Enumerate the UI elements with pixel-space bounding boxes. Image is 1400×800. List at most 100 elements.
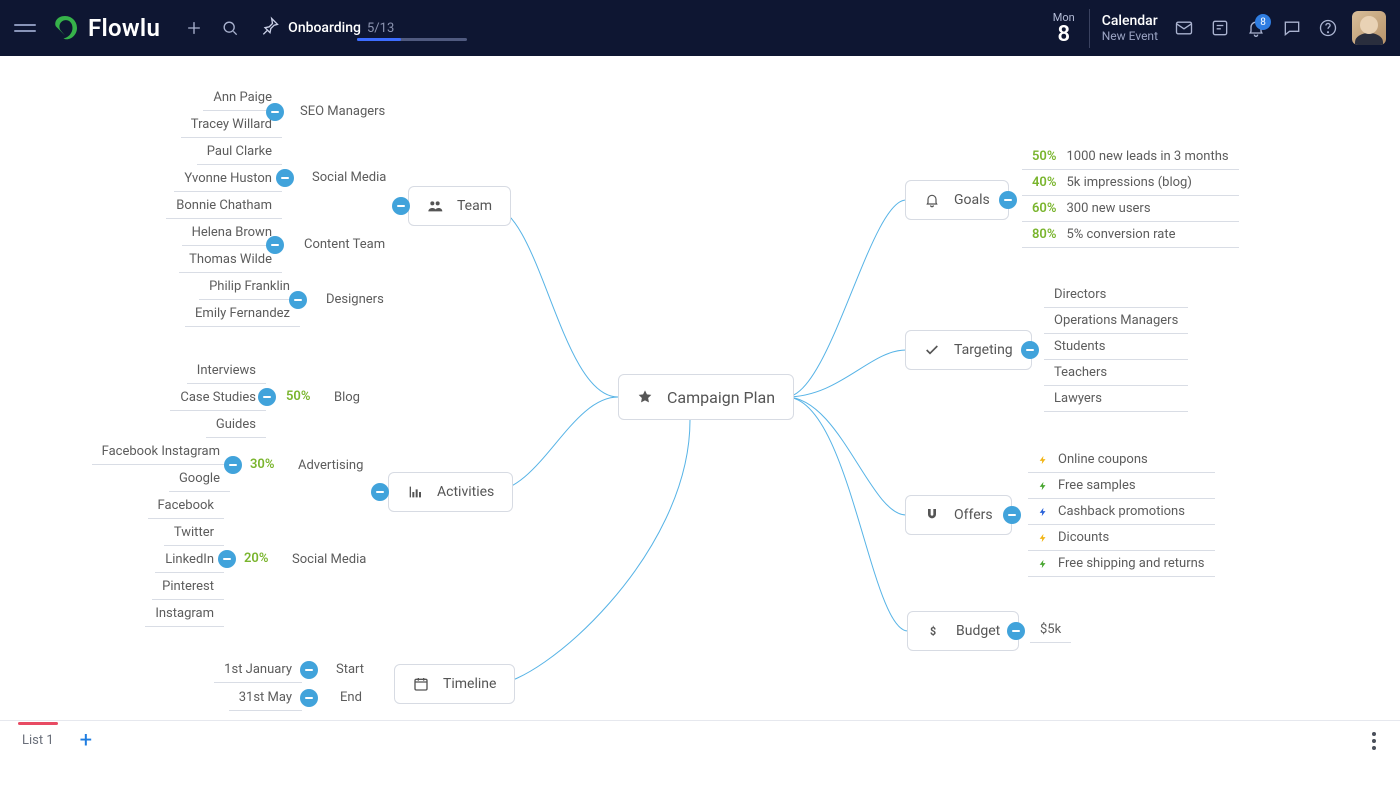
collapse-toggle[interactable] — [266, 236, 284, 254]
leaf-item[interactable]: Cashback promotions — [1028, 499, 1215, 525]
leaf-item[interactable]: Teachers — [1044, 360, 1188, 386]
svg-text:$: $ — [930, 625, 936, 638]
leaf-item[interactable]: LinkedIn — [155, 547, 224, 573]
logo[interactable]: Flowlu — [50, 13, 160, 43]
leaf-item[interactable]: Yvonne Huston — [174, 166, 282, 192]
group-label[interactable]: Blog — [324, 385, 370, 410]
leaf-item[interactable]: Case Studies — [170, 385, 266, 411]
calendar-icon — [413, 676, 429, 692]
collapse-toggle[interactable] — [300, 661, 318, 679]
add-button[interactable] — [176, 10, 212, 46]
collapse-toggle[interactable] — [258, 388, 276, 406]
leaf-item[interactable]: Lawyers — [1044, 386, 1188, 412]
leaf-item[interactable]: Google — [169, 466, 230, 492]
flowlu-logo-icon — [50, 13, 80, 43]
notes-icon[interactable] — [1202, 10, 1238, 46]
leaf-item[interactable]: 60%300 new users — [1022, 196, 1239, 222]
search-button[interactable] — [212, 10, 248, 46]
chat-icon[interactable] — [1274, 10, 1310, 46]
leaf-item[interactable]: Paul Clarke — [197, 139, 282, 165]
percent: 60% — [1032, 201, 1056, 216]
bottom-bar: List 1 + — [0, 720, 1400, 760]
leaf-item[interactable]: Twitter — [164, 520, 224, 546]
collapse-toggle[interactable] — [371, 483, 389, 501]
leaf-item[interactable]: Directors — [1044, 282, 1188, 308]
node-goals[interactable]: Goals — [905, 180, 1009, 220]
collapse-toggle[interactable] — [999, 191, 1017, 209]
node-budget[interactable]: $ Budget — [907, 611, 1019, 651]
percent: 50% — [1032, 149, 1056, 164]
notifications-icon[interactable]: 8 — [1238, 10, 1274, 46]
mindmap-canvas[interactable]: Campaign Plan Team Ann PaigeTracey Willa… — [0, 56, 1400, 760]
calendar-new-event: New Event — [1102, 29, 1158, 43]
group-label[interactable]: Content Team — [294, 232, 395, 257]
group-label[interactable]: Advertising — [288, 453, 373, 478]
list-tab[interactable]: List 1 — [18, 723, 58, 758]
onboarding-count: 5/13 — [367, 21, 394, 36]
leaf-item[interactable]: 80%5% conversion rate — [1022, 222, 1239, 248]
leaf-item[interactable]: Philip Franklin — [199, 274, 300, 300]
group-label[interactable]: SEO Managers — [290, 99, 395, 124]
group-label[interactable]: Social Media — [282, 547, 376, 572]
collapse-toggle[interactable] — [1003, 506, 1021, 524]
bolt-icon — [1038, 531, 1048, 545]
group-label[interactable]: Designers — [316, 287, 394, 312]
calendar-widget[interactable]: Mon 8 Calendar New Event — [1053, 9, 1158, 48]
leaf-item[interactable]: Free shipping and returns — [1028, 551, 1215, 577]
leaf-item[interactable]: Dicounts — [1028, 525, 1215, 551]
bolt-icon — [1038, 557, 1048, 571]
group-label[interactable]: Social Media — [302, 165, 396, 190]
pin-icon — [260, 16, 280, 40]
leaf-item[interactable]: Emily Fernandez — [185, 301, 300, 327]
leaf-item[interactable]: Online coupons — [1028, 447, 1215, 473]
leaf-item[interactable]: Facebook — [148, 493, 224, 519]
logo-text: Flowlu — [88, 14, 160, 42]
collapse-toggle[interactable] — [1007, 622, 1025, 640]
leaf-item[interactable]: Pinterest — [152, 574, 224, 600]
collapse-toggle[interactable] — [300, 689, 318, 707]
group-label[interactable]: Start — [326, 657, 374, 682]
collapse-toggle[interactable] — [218, 550, 236, 568]
leaf-item[interactable]: Students — [1044, 334, 1188, 360]
star-icon — [637, 389, 653, 405]
dollar-icon: $ — [926, 623, 942, 639]
help-icon[interactable] — [1310, 10, 1346, 46]
leaf-item[interactable]: 1st January — [214, 657, 302, 683]
leaf-item[interactable]: 31st May — [229, 685, 302, 711]
leaf-item[interactable]: $5k — [1030, 617, 1071, 643]
leaf-item[interactable]: 40%5k impressions (blog) — [1022, 170, 1239, 196]
user-avatar[interactable] — [1352, 11, 1386, 45]
collapse-toggle[interactable] — [224, 456, 242, 474]
node-campaign-plan[interactable]: Campaign Plan — [618, 374, 794, 420]
node-activities[interactable]: Activities — [388, 472, 513, 512]
team-icon — [427, 198, 443, 214]
collapse-toggle[interactable] — [1021, 341, 1039, 359]
collapse-toggle[interactable] — [289, 291, 307, 309]
collapse-toggle[interactable] — [276, 169, 294, 187]
onboarding-widget[interactable]: Onboarding 5/13 — [260, 16, 394, 40]
leaf-item[interactable]: Bonnie Chatham — [166, 193, 282, 219]
collapse-toggle[interactable] — [392, 197, 410, 215]
inbox-icon[interactable] — [1166, 10, 1202, 46]
leaf-item[interactable]: Guides — [206, 412, 266, 438]
leaf-item[interactable]: Facebook Instagram — [92, 439, 230, 465]
node-timeline[interactable]: Timeline — [394, 664, 515, 704]
check-icon — [924, 342, 940, 358]
leaf-item[interactable]: Operations Managers — [1044, 308, 1188, 334]
more-options-button[interactable] — [1366, 726, 1382, 756]
node-targeting[interactable]: Targeting — [905, 330, 1032, 370]
node-offers[interactable]: Offers — [905, 495, 1012, 535]
leaf-item[interactable]: 50%1000 new leads in 3 months — [1022, 144, 1239, 170]
percent: 30% — [250, 457, 274, 472]
leaf-item[interactable]: Free samples — [1028, 473, 1215, 499]
collapse-toggle[interactable] — [266, 103, 284, 121]
node-title: Campaign Plan — [667, 388, 775, 407]
node-team[interactable]: Team — [408, 186, 511, 226]
leaf-item[interactable]: Interviews — [187, 358, 266, 384]
menu-toggle-icon[interactable] — [14, 24, 36, 32]
add-list-button[interactable]: + — [80, 730, 92, 752]
node-title: Budget — [956, 623, 1000, 639]
leaf-item[interactable]: Instagram — [145, 601, 224, 627]
group-label[interactable]: End — [330, 685, 372, 710]
leaf-item[interactable]: Thomas Wilde — [179, 247, 282, 273]
